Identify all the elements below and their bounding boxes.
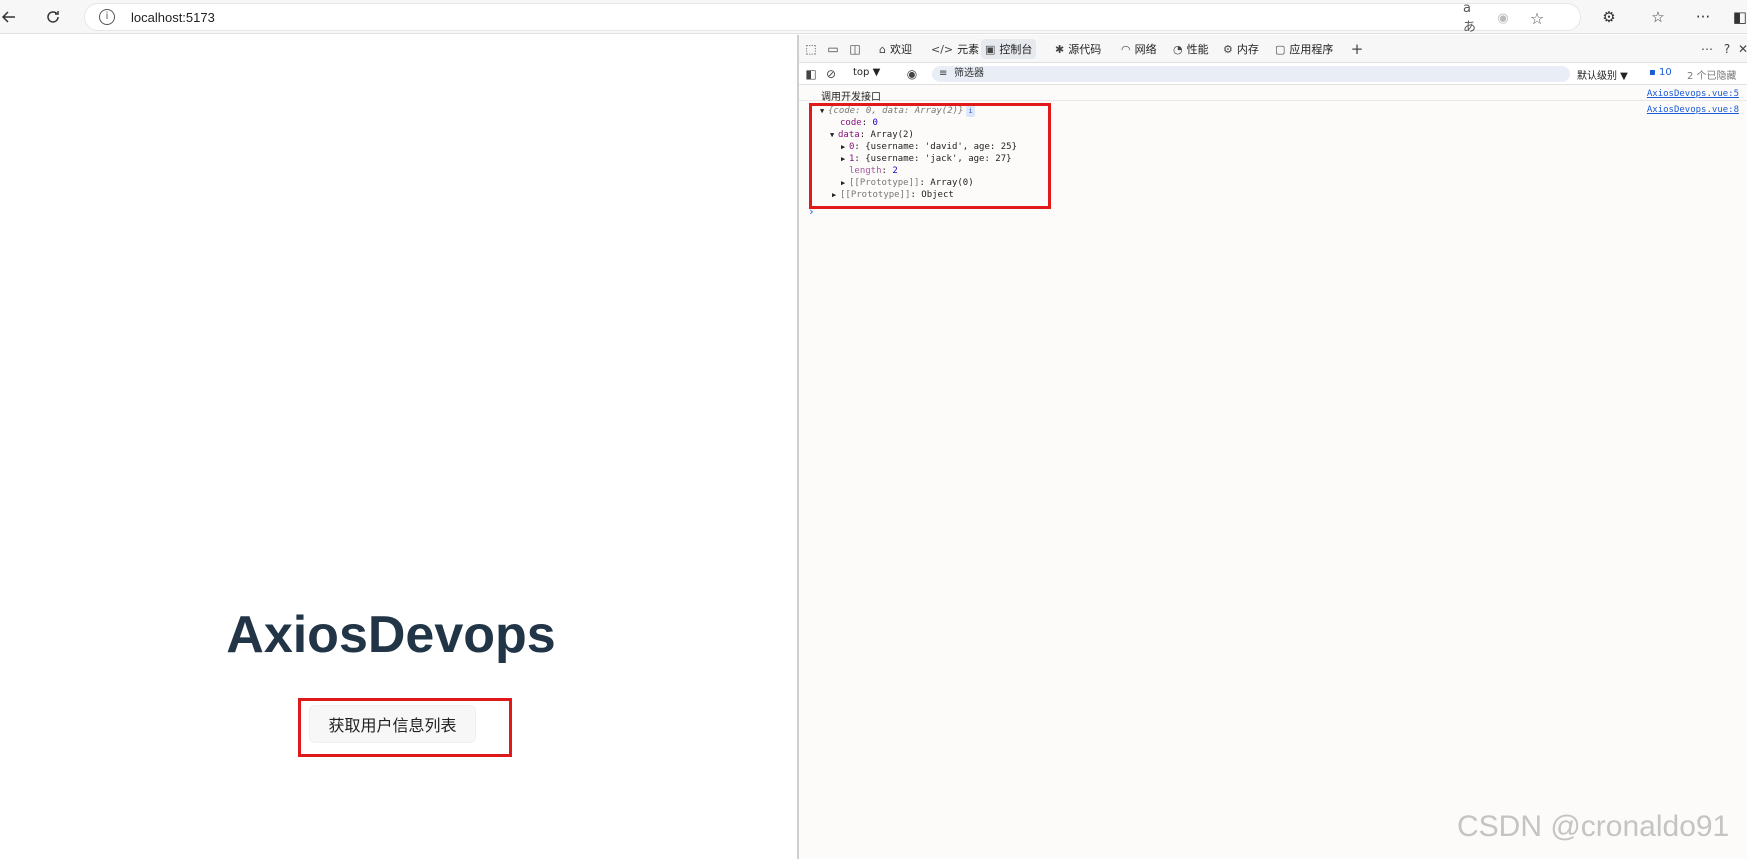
tab-console[interactable]: ▣ 控制台	[981, 39, 1037, 59]
add-tab-icon[interactable]: +	[1349, 40, 1365, 58]
home-icon: ⌂	[879, 42, 886, 56]
tab-sources[interactable]: ✱ 源代码	[1051, 39, 1105, 59]
device-icon[interactable]: ▭	[825, 41, 841, 57]
tab-application[interactable]: ▢ 应用程序	[1271, 39, 1337, 59]
console-toolbar: ◧ ⊘ top ▼ ◉ ≡ 筛选器 默认级别 ▼ ▪ 10 2 个已隐藏	[799, 63, 1747, 85]
info-icon[interactable]: i	[99, 9, 115, 25]
more-icon[interactable]: ···	[1690, 4, 1716, 30]
sidebar-icon[interactable]: ◧	[1727, 4, 1747, 30]
url-text: localhost:5173	[131, 10, 215, 25]
favorite-star-icon[interactable]: ☆	[1527, 8, 1547, 28]
application-icon: ▢	[1275, 42, 1286, 56]
hidden-count: 2 个已隐藏	[1687, 71, 1737, 82]
close-devtools-icon[interactable]: ✕	[1735, 41, 1747, 57]
page-viewport: AxiosDevops 获取用户信息列表	[0, 35, 797, 859]
console-output: 调用开发接口 AxiosDevops.vue:5 AxiosDevops.vue…	[799, 85, 1747, 859]
extensions-icon[interactable]: ⚙	[1596, 4, 1622, 30]
live-expression-icon[interactable]: ◉	[904, 66, 920, 82]
devtools-more-icon[interactable]: ⋯	[1699, 41, 1715, 57]
inspect-icon[interactable]: ⬚	[803, 41, 819, 57]
bug-icon: ✱	[1055, 42, 1065, 56]
log-source-link[interactable]: AxiosDevops.vue:5	[1647, 89, 1739, 99]
tab-performance[interactable]: ◔ 性能	[1169, 39, 1213, 59]
log-entry: 调用开发接口 AxiosDevops.vue:5	[799, 85, 1747, 103]
back-icon[interactable]	[0, 4, 22, 30]
context-select[interactable]: top ▼	[853, 67, 880, 78]
code-icon: </>	[931, 42, 954, 56]
devtools-panel: ⬚ ▭ ◫ ⌂ 欢迎 </> 元素 ▣ 控制台 ✱ 源代码 ◠ 网络 ◔ 性能 ⚙ 内存 ▢ 应…	[799, 35, 1747, 859]
browser-toolbar: i localhost:5173 aあ ◉ ☆ ⚙ ☆ ··· ◧	[0, 0, 1747, 35]
sidebar-toggle-icon[interactable]: ◧	[803, 66, 819, 82]
watermark: CSDN @cronaldo91	[1457, 810, 1730, 843]
highlight-box	[298, 698, 512, 757]
log-message: 调用开发接口	[821, 92, 881, 103]
log-level-select[interactable]: 默认级别 ▼	[1577, 67, 1628, 82]
refresh-icon[interactable]	[40, 4, 66, 30]
tracking-icon[interactable]: ◉	[1493, 8, 1513, 28]
filter-input[interactable]: ≡ 筛选器	[932, 66, 1570, 82]
wifi-icon: ◠	[1121, 42, 1131, 56]
memory-icon: ⚙	[1223, 42, 1233, 56]
devtools-tabbar: ⬚ ▭ ◫ ⌂ 欢迎 </> 元素 ▣ 控制台 ✱ 源代码 ◠ 网络 ◔ 性能 ⚙ 内存 ▢ 应…	[799, 35, 1747, 63]
favorites-icon[interactable]: ☆	[1645, 4, 1671, 30]
clear-console-icon[interactable]: ⊘	[823, 66, 839, 82]
read-aloud-icon[interactable]: aあ	[1463, 1, 1483, 35]
performance-icon: ◔	[1173, 42, 1183, 56]
console-icon: ▣	[985, 42, 996, 56]
page-title: AxiosDevops	[226, 606, 556, 664]
object-source-link[interactable]: AxiosDevops.vue:8	[1647, 105, 1739, 115]
tab-welcome[interactable]: ⌂ 欢迎	[875, 39, 916, 59]
help-icon[interactable]: ?	[1719, 41, 1735, 57]
tab-elements[interactable]: </> 元素	[927, 39, 983, 59]
issues-counter[interactable]: ▪ 10	[1649, 67, 1672, 78]
highlight-box	[809, 103, 1051, 209]
filter-icon: ≡	[939, 68, 948, 79]
console-prompt[interactable]: ›	[808, 205, 815, 218]
tab-network[interactable]: ◠ 网络	[1117, 39, 1161, 59]
tab-memory[interactable]: ⚙ 内存	[1219, 39, 1263, 59]
message-icon: ▪	[1649, 67, 1656, 78]
address-bar[interactable]: i localhost:5173 aあ ◉ ☆	[84, 1, 1581, 35]
dock-icon[interactable]: ◫	[847, 41, 863, 57]
